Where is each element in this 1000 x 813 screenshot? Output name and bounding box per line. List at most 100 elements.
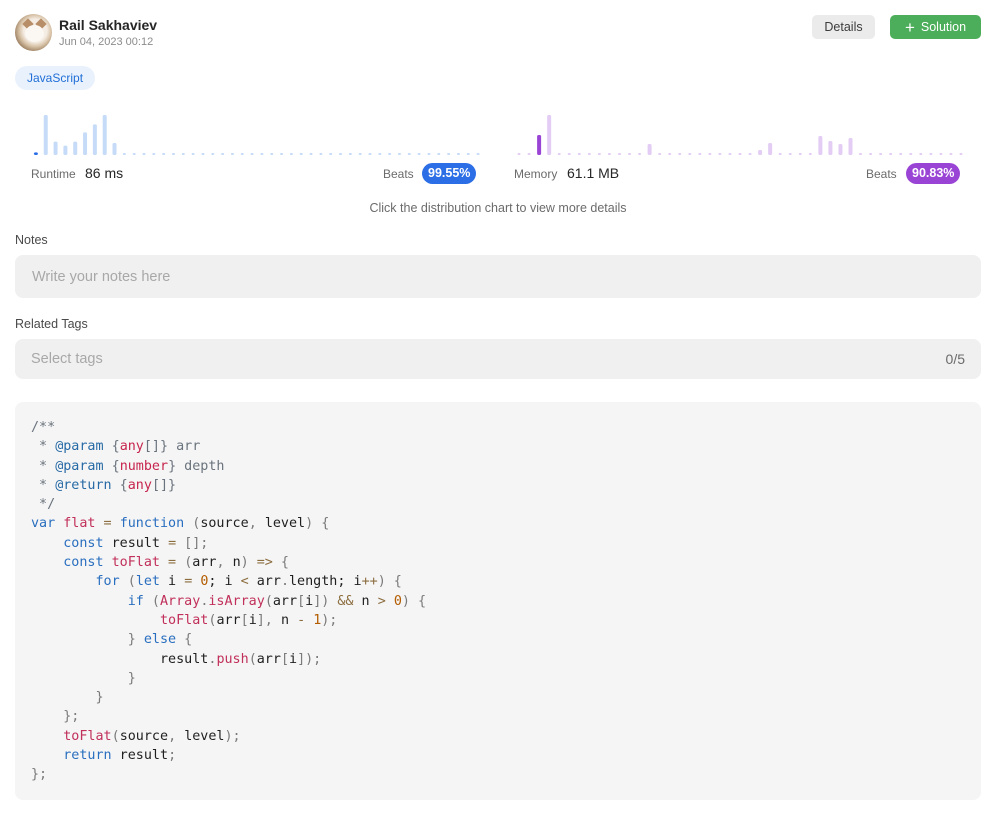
memory-bar-empty[interactable] [587, 153, 591, 155]
runtime-bar-empty[interactable] [260, 153, 264, 155]
memory-bar-empty[interactable] [678, 153, 682, 155]
code-block[interactable]: /** * @param {any[]} arr * @param {numbe… [15, 402, 981, 800]
runtime-bar-empty[interactable] [388, 153, 392, 155]
memory-bar-empty[interactable] [909, 153, 913, 155]
memory-bar-empty[interactable] [939, 153, 943, 155]
runtime-bar-empty[interactable] [191, 153, 195, 155]
memory-bar-empty[interactable] [658, 153, 662, 155]
runtime-bar-empty[interactable] [289, 153, 293, 155]
memory-bar-empty[interactable] [517, 153, 521, 155]
runtime-distribution[interactable]: Runtime 86 ms Beats 99.55% [31, 108, 483, 188]
memory-bar-empty[interactable] [808, 153, 812, 155]
memory-bar-empty[interactable] [798, 153, 802, 155]
runtime-bar-empty[interactable] [171, 153, 175, 155]
runtime-bar-empty[interactable] [299, 153, 303, 155]
memory-bar-empty[interactable] [748, 153, 752, 155]
runtime-bar-empty[interactable] [270, 153, 274, 155]
memory-bar[interactable] [838, 144, 843, 155]
notes-input[interactable] [15, 255, 981, 298]
memory-bar-empty[interactable] [607, 153, 611, 155]
memory-bar-empty[interactable] [668, 153, 672, 155]
memory-bar-empty[interactable] [617, 153, 621, 155]
runtime-bar-empty[interactable] [201, 153, 205, 155]
memory-bar[interactable] [848, 138, 853, 155]
avatar[interactable] [15, 14, 52, 51]
memory-bar-empty[interactable] [597, 153, 601, 155]
memory-distribution[interactable]: Memory 61.1 MB Beats 90.83% [514, 108, 966, 188]
username[interactable]: Rail Sakhaviev [59, 17, 157, 33]
runtime-bar-empty[interactable] [250, 153, 254, 155]
runtime-bar-empty[interactable] [280, 153, 284, 155]
runtime-bar[interactable] [92, 124, 97, 155]
runtime-bar-empty[interactable] [122, 153, 126, 155]
runtime-bar-empty[interactable] [427, 153, 431, 155]
memory-bar-empty[interactable] [527, 153, 531, 155]
memory-bar[interactable] [758, 150, 763, 155]
runtime-bar-empty[interactable] [329, 153, 333, 155]
add-solution-button[interactable]: + Solution [890, 15, 981, 39]
memory-bar[interactable] [828, 141, 833, 155]
memory-bar[interactable] [537, 135, 542, 155]
runtime-bar-empty[interactable] [456, 153, 460, 155]
memory-bar-empty[interactable] [899, 153, 903, 155]
memory-bar-empty[interactable] [628, 153, 632, 155]
details-button[interactable]: Details [812, 15, 875, 39]
tags-select[interactable]: Select tags 0/5 [15, 339, 981, 379]
runtime-bar[interactable] [83, 132, 88, 155]
runtime-bar-empty[interactable] [407, 153, 411, 155]
runtime-bar-empty[interactable] [309, 153, 313, 155]
memory-bar[interactable] [818, 136, 823, 155]
runtime-bar[interactable] [112, 143, 117, 155]
memory-bar-empty[interactable] [557, 153, 561, 155]
runtime-bar-empty[interactable] [221, 153, 225, 155]
memory-bar-empty[interactable] [929, 153, 933, 155]
memory-bar-empty[interactable] [577, 153, 581, 155]
memory-bar-empty[interactable] [567, 153, 571, 155]
memory-bar-empty[interactable] [728, 153, 732, 155]
runtime-bar-empty[interactable] [358, 153, 362, 155]
runtime-bar-empty[interactable] [348, 153, 352, 155]
runtime-bar-empty[interactable] [397, 153, 401, 155]
runtime-bar-empty[interactable] [368, 153, 372, 155]
runtime-bar-empty[interactable] [240, 153, 244, 155]
memory-bar-empty[interactable] [959, 153, 963, 155]
runtime-bar[interactable] [43, 115, 48, 155]
runtime-bar[interactable] [63, 145, 68, 155]
runtime-distribution-chart[interactable] [31, 108, 483, 158]
runtime-bar-empty[interactable] [132, 153, 136, 155]
memory-bar-empty[interactable] [698, 153, 702, 155]
memory-bar-empty[interactable] [859, 153, 863, 155]
memory-bar-empty[interactable] [879, 153, 883, 155]
runtime-bar-empty[interactable] [417, 153, 421, 155]
memory-bar-empty[interactable] [778, 153, 782, 155]
memory-bar-empty[interactable] [919, 153, 923, 155]
memory-bar-empty[interactable] [738, 153, 742, 155]
memory-bar-empty[interactable] [788, 153, 792, 155]
runtime-bar[interactable] [33, 152, 38, 155]
runtime-bar-empty[interactable] [437, 153, 441, 155]
runtime-bar-empty[interactable] [447, 153, 451, 155]
runtime-bar-empty[interactable] [181, 153, 185, 155]
runtime-bar-empty[interactable] [319, 153, 323, 155]
memory-bar-empty[interactable] [708, 153, 712, 155]
runtime-bar-empty[interactable] [152, 153, 156, 155]
runtime-bar-empty[interactable] [466, 153, 470, 155]
runtime-bar[interactable] [73, 141, 78, 155]
memory-bar[interactable] [768, 143, 773, 155]
memory-bar-empty[interactable] [869, 153, 873, 155]
runtime-bar-empty[interactable] [142, 153, 146, 155]
runtime-bar-empty[interactable] [476, 153, 480, 155]
memory-bar-empty[interactable] [889, 153, 893, 155]
runtime-bar-empty[interactable] [211, 153, 215, 155]
memory-bar[interactable] [547, 115, 552, 155]
runtime-bar[interactable] [53, 141, 58, 155]
memory-bar-empty[interactable] [688, 153, 692, 155]
memory-bar-empty[interactable] [949, 153, 953, 155]
runtime-bar-empty[interactable] [339, 153, 343, 155]
memory-distribution-chart[interactable] [514, 108, 966, 158]
memory-bar[interactable] [647, 144, 652, 155]
runtime-bar-empty[interactable] [162, 153, 166, 155]
runtime-bar[interactable] [102, 115, 107, 155]
runtime-bar-empty[interactable] [378, 153, 382, 155]
memory-bar-empty[interactable] [638, 153, 642, 155]
